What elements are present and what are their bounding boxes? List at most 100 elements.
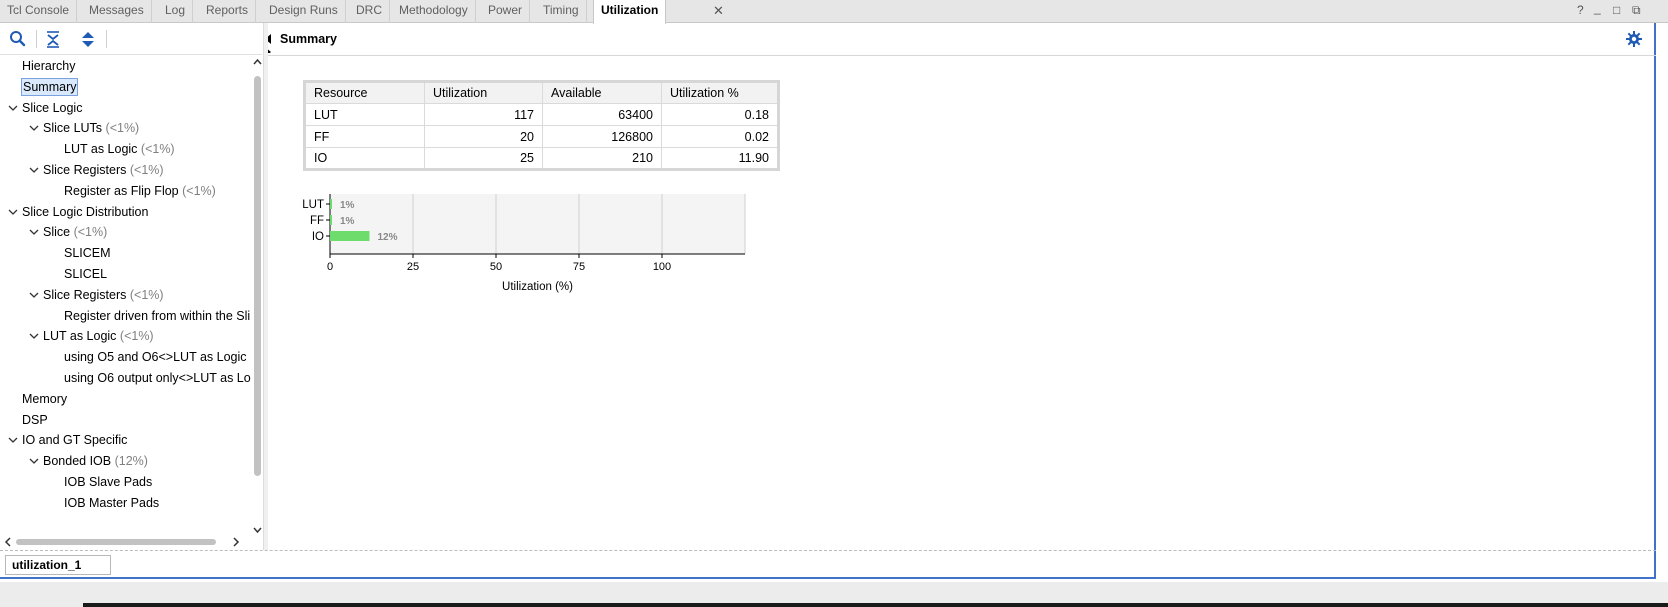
tree-item[interactable]: IOB Slave Pads bbox=[64, 472, 152, 492]
tree-item[interactable]: SLICEL bbox=[64, 264, 107, 284]
table-row[interactable]: LUT 117 63400 0.18 bbox=[304, 103, 779, 126]
tree-item[interactable]: using O5 and O6<>LUT as Logic bbox=[64, 347, 247, 367]
report-tree: Hierarchy Summary Slice Logic Slice LUTs (<… bbox=[0, 56, 252, 536]
help-icon[interactable]: ? bbox=[1577, 2, 1584, 18]
table-row[interactable]: IO 25 210 11.90 bbox=[304, 147, 779, 170]
tree-item[interactable]: IOB Master Pads bbox=[64, 493, 159, 513]
column-header[interactable]: Utilization % bbox=[661, 81, 779, 104]
tree-item[interactable]: Hierarchy bbox=[22, 56, 76, 76]
vertical-scroll-thumb[interactable] bbox=[254, 76, 261, 476]
tree-item[interactable]: Memory bbox=[22, 389, 67, 409]
y-tick-label: FF bbox=[310, 215, 324, 227]
tab-drc[interactable]: DRC bbox=[349, 0, 390, 23]
tree-item[interactable]: Register as Flip Flop (<1%) bbox=[64, 181, 216, 201]
plot-area bbox=[330, 194, 745, 254]
chevron-down-icon[interactable] bbox=[28, 326, 40, 346]
table-cell: 117 bbox=[424, 103, 543, 126]
horizontal-scroll-thumb[interactable] bbox=[16, 539, 216, 545]
pane-splitter[interactable] bbox=[263, 23, 268, 550]
tree-item-label: LUT as Logic bbox=[43, 329, 117, 344]
tab-timing[interactable]: Timing bbox=[536, 0, 587, 23]
summary-header: Summary bbox=[268, 23, 1656, 56]
report-instance-tab[interactable]: utilization_1 bbox=[5, 555, 111, 575]
chevron-down-icon[interactable] bbox=[28, 160, 40, 180]
bar bbox=[330, 199, 332, 209]
y-tick-label: IO bbox=[312, 231, 324, 243]
tree-item-percent: (<1%) bbox=[129, 163, 164, 177]
tree-item-label: Slice Registers bbox=[43, 163, 127, 177]
table-cell: 11.90 bbox=[661, 147, 779, 170]
tab-messages[interactable]: Messages bbox=[82, 0, 152, 23]
tree-item-label: Bonded IOB bbox=[43, 454, 112, 469]
chevron-down-icon[interactable] bbox=[28, 285, 40, 305]
tree-item-label: Register as Flip Flop bbox=[64, 183, 179, 198]
tab-utilization[interactable]: Utilization bbox=[593, 0, 667, 24]
tree-item-label: Slice Registers bbox=[43, 287, 127, 302]
tree-item-label: using O5 and O6<>LUT as Logic bbox=[64, 350, 247, 365]
tree-item[interactable]: Slice Logic Distribution bbox=[8, 202, 148, 222]
chevron-down-icon[interactable] bbox=[7, 430, 19, 450]
x-tick-label: 50 bbox=[490, 261, 502, 273]
data-label: 1% bbox=[340, 216, 355, 227]
tree-vertical-scrollbar[interactable] bbox=[252, 56, 263, 538]
chevron-down-icon[interactable] bbox=[28, 118, 40, 138]
column-header[interactable]: Resource bbox=[304, 81, 425, 104]
tree-item[interactable]: LUT as Logic (<1%) bbox=[64, 139, 175, 159]
search-icon[interactable] bbox=[8, 29, 28, 49]
chevron-down-icon[interactable] bbox=[28, 451, 40, 471]
column-header[interactable]: Utilization bbox=[424, 81, 543, 104]
tree-item[interactable]: Slice Registers (<1%) bbox=[29, 160, 164, 180]
tree-item-percent: (<1%) bbox=[129, 287, 164, 302]
tree-item[interactable]: DSP bbox=[22, 410, 48, 430]
tree-item[interactable]: Slice LUTs (<1%) bbox=[29, 118, 140, 138]
table-header-row: Resource Utilization Available Utilizati… bbox=[304, 81, 779, 104]
tree-horizontal-scrollbar[interactable] bbox=[0, 536, 252, 548]
tab-reports[interactable]: Reports bbox=[199, 0, 257, 23]
data-label: 1% bbox=[340, 200, 355, 211]
tab-log[interactable]: Log bbox=[158, 0, 194, 23]
tree-item-label: LUT as Logic bbox=[64, 142, 138, 157]
tree-item-label: DSP bbox=[22, 412, 48, 427]
tree-item[interactable]: using O6 output only<>LUT as Lo bbox=[64, 368, 251, 388]
tree-item-label: Memory bbox=[22, 391, 68, 406]
tree-item[interactable]: Summary bbox=[20, 77, 79, 97]
popout-icon[interactable]: ⧉ bbox=[1632, 2, 1641, 18]
x-tick-label: 25 bbox=[407, 261, 419, 273]
tree-item[interactable]: Slice (<1%) bbox=[29, 222, 107, 242]
tree-item[interactable]: SLICEM bbox=[64, 243, 111, 263]
expand-all-icon[interactable] bbox=[78, 29, 98, 49]
tab-design-runs[interactable]: Design Runs bbox=[262, 0, 346, 23]
tree-item-label: Slice LUTs bbox=[43, 121, 103, 136]
column-header[interactable]: Available bbox=[542, 81, 662, 104]
chevron-down-icon[interactable] bbox=[28, 222, 40, 242]
table-cell: 20 bbox=[424, 125, 543, 148]
tab-methodology[interactable]: Methodology bbox=[392, 0, 476, 23]
tab-power[interactable]: Power bbox=[481, 0, 531, 23]
x-tick-label: 0 bbox=[327, 261, 333, 273]
utilization-bar-chart: 0 25 50 75 100 LUT 1% FF 1% IO 12% Utilization (%) bbox=[302, 194, 746, 293]
tree-item[interactable]: Slice Logic bbox=[8, 98, 82, 118]
close-icon[interactable]: ✕ bbox=[713, 0, 724, 22]
bar bbox=[330, 231, 370, 241]
chevron-down-icon[interactable] bbox=[7, 202, 19, 222]
tree-item[interactable]: Bonded IOB (12%) bbox=[29, 451, 148, 471]
tree-item[interactable]: Register driven from within the Sli bbox=[64, 306, 250, 326]
tree-item[interactable]: Slice Registers (<1%) bbox=[29, 285, 164, 305]
table-cell: 0.02 bbox=[661, 125, 779, 148]
table-cell: 126800 bbox=[542, 125, 662, 148]
tree-item[interactable]: IO and GT Specific bbox=[8, 430, 127, 450]
table-cell: IO bbox=[304, 147, 425, 170]
tree-item-percent: (<1%) bbox=[105, 121, 140, 136]
collapse-all-icon[interactable] bbox=[43, 29, 63, 49]
chevron-down-icon[interactable] bbox=[7, 98, 19, 118]
table-row[interactable]: FF 20 126800 0.02 bbox=[304, 125, 779, 148]
y-tick-label: LUT bbox=[302, 199, 324, 211]
x-axis-label: Utilization (%) bbox=[502, 281, 573, 293]
tab-tcl-console[interactable]: Tcl Console bbox=[0, 0, 78, 23]
gear-icon[interactable] bbox=[1626, 31, 1642, 47]
tree-item[interactable]: LUT as Logic (<1%) bbox=[29, 326, 154, 346]
x-tick-label: 75 bbox=[573, 261, 585, 273]
minimize-icon[interactable]: _ bbox=[1594, 0, 1601, 16]
maximize-icon[interactable]: □ bbox=[1613, 2, 1620, 18]
tree-item-percent: (<1%) bbox=[140, 142, 175, 157]
